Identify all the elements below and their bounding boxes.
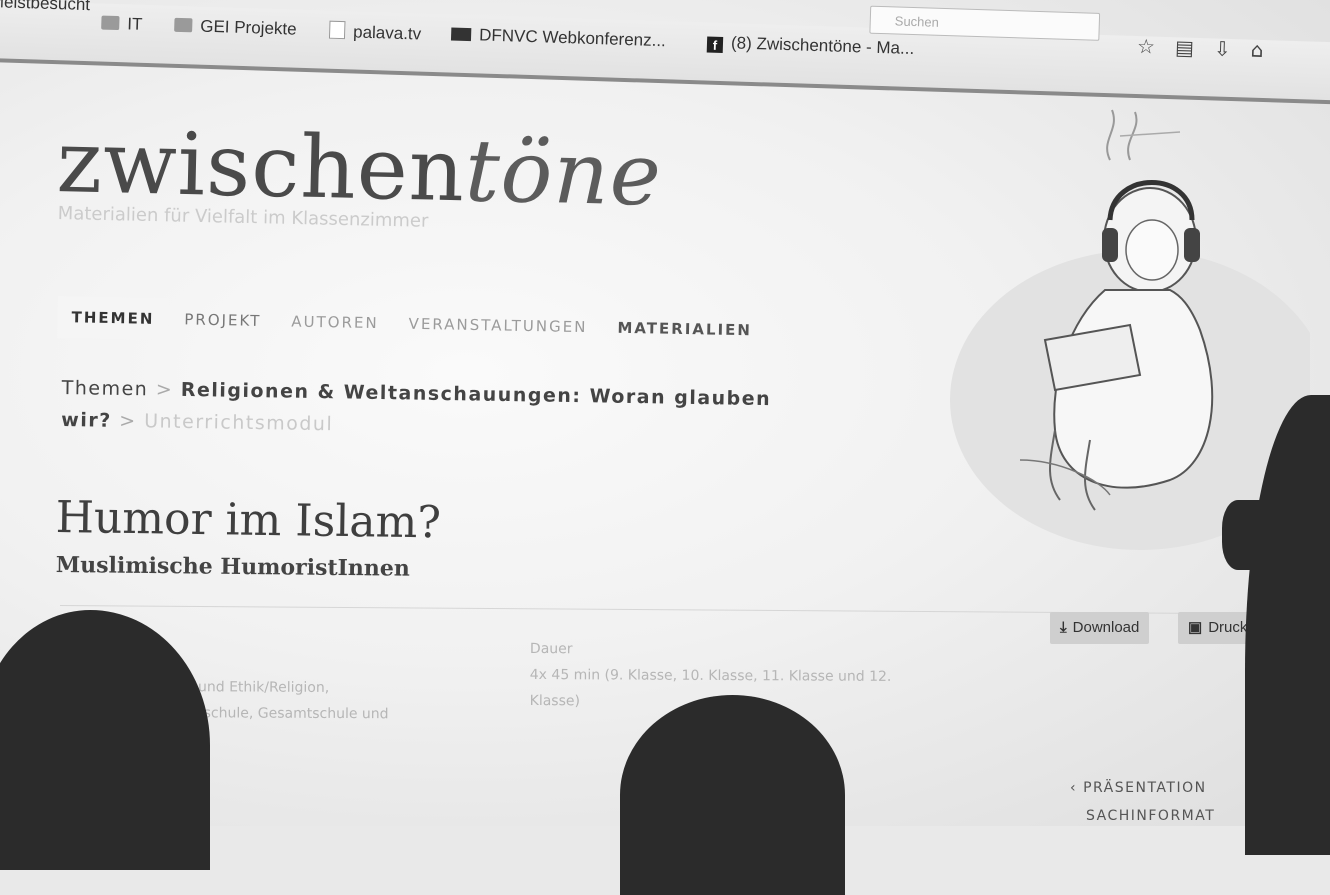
face — [1125, 219, 1179, 281]
breadcrumb-current: Unterrichtsmodul — [144, 410, 334, 436]
bookmark-label: IT — [127, 14, 143, 34]
nav-veranstaltungen[interactable]: VERANSTALTUNGEN — [394, 302, 602, 348]
monitor-icon — [450, 27, 472, 42]
audience-head-center — [620, 695, 845, 895]
breadcrumb-separator: > — [111, 409, 145, 433]
audience-glasses-profile — [1222, 500, 1262, 570]
download-button[interactable]: ⤓ Download — [1050, 612, 1150, 644]
nav-autoren[interactable]: AUTOREN — [277, 300, 393, 344]
girl-with-headphones-illustration — [950, 109, 1310, 550]
meta-duration-value: 4x 45 min (9. Klasse, 10. Klasse, 11. Kl… — [529, 666, 892, 685]
sidebar-link-sachinformation[interactable]: SACHINFORMAT — [1086, 808, 1215, 824]
page-icon — [328, 20, 346, 40]
bookmark-label: DFNVC Webkonferenz... — [478, 25, 667, 51]
facebook-icon: f — [706, 36, 724, 54]
headphone-left — [1102, 228, 1118, 262]
folder-icon — [174, 17, 193, 33]
breadcrumb: Themen > Religionen & Weltanschauungen: … — [61, 372, 782, 447]
sidebar-link-label: SACHINFORMAT — [1086, 808, 1216, 824]
download-arrow-icon[interactable]: ⇩ — [1214, 36, 1252, 61]
page-subtitle: Muslimische HumoristInnen — [55, 552, 411, 582]
folder-icon — [101, 15, 120, 31]
browser-toolbar-icons: ☆▤⇩⌂ — [1137, 34, 1284, 63]
breadcrumb-separator: > — [148, 378, 181, 401]
logo-italic-text: töne — [464, 121, 663, 226]
sidebar-link-praesentation[interactable]: ‹ PRÄSENTATION — [1070, 780, 1207, 796]
bookmark-gei-projekte[interactable]: GEI Projekte — [174, 16, 297, 40]
breadcrumb-root[interactable]: Themen — [62, 377, 149, 400]
home-icon[interactable]: ⌂ — [1250, 38, 1283, 63]
bookmark-label: (8) Zwischentöne - Ma... — [730, 33, 915, 59]
bookmark-star-icon[interactable]: ☆ — [1137, 34, 1176, 59]
sidebar-link-label: PRÄSENTATION — [1083, 780, 1207, 796]
download-icon: ⤓ — [1060, 619, 1067, 636]
download-label: Download — [1072, 619, 1140, 636]
nav-projekt[interactable]: PROJEKT — [170, 298, 276, 342]
nav-materialien[interactable]: MATERIALIEN — [603, 306, 766, 351]
browser-bookmarks-bar: Meistbesucht IT GEI Projekte palava.tv D… — [0, 0, 1330, 105]
meta-duration-label: Dauer — [529, 640, 573, 658]
main-nav: THEMEN PROJEKT AUTOREN VERANSTALTUNGEN MATER… — [57, 296, 768, 352]
bookmark-meistbesucht[interactable]: Meistbesucht — [0, 0, 90, 15]
bookmark-label: Meistbesucht — [0, 0, 91, 15]
signature-scribble — [1119, 131, 1181, 137]
bookmark-it[interactable]: IT — [101, 14, 143, 35]
nav-themen[interactable]: THEMEN — [57, 296, 169, 341]
browser-search-input[interactable]: Suchen — [869, 5, 1101, 41]
chevron-left-icon: ‹ — [1070, 780, 1084, 796]
printer-icon: ▣ — [1188, 619, 1203, 636]
search-placeholder: Suchen — [894, 13, 940, 30]
bookmark-label: GEI Projekte — [199, 16, 297, 39]
bookmark-label: palava.tv — [352, 22, 422, 44]
headphone-right — [1184, 228, 1200, 262]
bookmark-palava[interactable]: palava.tv — [328, 20, 422, 45]
reading-list-icon[interactable]: ▤ — [1175, 35, 1215, 60]
page-title: Humor im Islam? — [55, 492, 442, 549]
bookmark-zwischentoene-facebook[interactable]: f (8) Zwischentöne - Ma... — [706, 33, 915, 60]
bookmark-dfnvc[interactable]: DFNVC Webkonferenz... — [450, 25, 667, 52]
